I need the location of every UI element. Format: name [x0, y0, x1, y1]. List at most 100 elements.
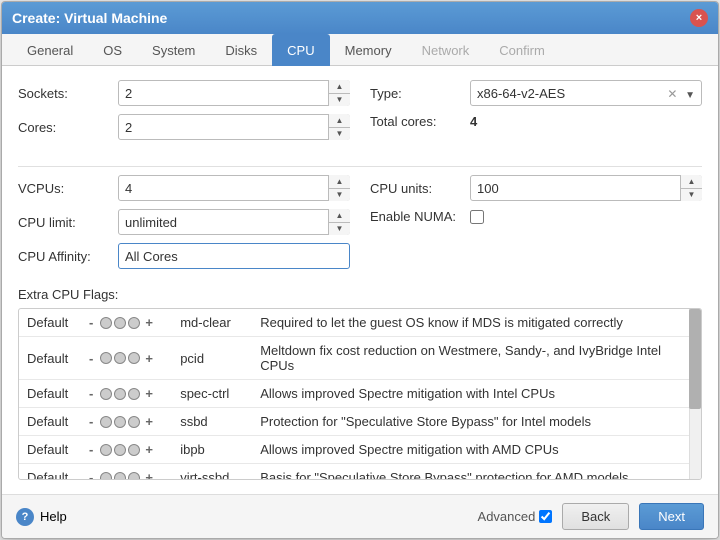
dot-2-0 [128, 317, 140, 329]
tab-general[interactable]: General [12, 34, 88, 66]
flag-minus-2[interactable]: - [84, 386, 98, 401]
cpu-limit-decrement[interactable]: ▼ [329, 223, 350, 236]
advanced-label: Advanced [478, 509, 536, 524]
cpu-limit-label: CPU limit: [18, 215, 118, 230]
tab-system[interactable]: System [137, 34, 210, 66]
table-row: Default - + spec-ctrl Allows improved Sp… [19, 380, 701, 408]
cores-decrement[interactable]: ▼ [329, 128, 350, 141]
back-button[interactable]: Back [562, 503, 629, 530]
dialog-title: Create: Virtual Machine [12, 10, 167, 26]
flag-default-4: Default [19, 436, 76, 464]
vcpus-decrement[interactable]: ▼ [329, 189, 350, 202]
cpu-affinity-label: CPU Affinity: [18, 249, 118, 264]
dot-0-3 [100, 416, 112, 428]
cores-input[interactable] [118, 114, 350, 140]
flag-dots-0 [100, 317, 140, 329]
flag-minus-5[interactable]: - [84, 470, 98, 480]
top-form-grid: Sockets: ▲ ▼ Cores: ▲ [18, 80, 702, 148]
scrollbar-thumb[interactable] [689, 309, 701, 409]
next-button[interactable]: Next [639, 503, 704, 530]
flag-toggle-5[interactable]: - + [76, 464, 172, 481]
create-vm-dialog: Create: Virtual Machine × General OS Sys… [1, 1, 719, 539]
cores-increment[interactable]: ▲ [329, 114, 350, 128]
type-clear-icon[interactable]: ✕ [667, 87, 677, 101]
vcpus-increment[interactable]: ▲ [329, 175, 350, 189]
vcpus-label: VCPUs: [18, 181, 118, 196]
tab-os[interactable]: OS [88, 34, 137, 66]
flag-default-3: Default [19, 408, 76, 436]
middle-right-column: CPU units: ▲ ▼ Enable NUMA: [370, 175, 702, 277]
extra-flags-label: Extra CPU Flags: [18, 287, 702, 302]
tab-memory[interactable]: Memory [330, 34, 407, 66]
flag-minus-0[interactable]: - [84, 315, 98, 330]
help-icon[interactable]: ? [16, 508, 34, 526]
type-dropdown-icon[interactable]: ▼ [685, 90, 695, 101]
flag-desc-1: Meltdown fix cost reduction on Westmere,… [252, 337, 701, 380]
cpu-units-decrement[interactable]: ▼ [681, 189, 702, 202]
tab-disks[interactable]: Disks [210, 34, 272, 66]
footer-right: Advanced Back Next [478, 503, 704, 530]
flag-default-2: Default [19, 380, 76, 408]
vcpus-row: VCPUs: ▲ ▼ [18, 175, 350, 201]
cpu-units-increment[interactable]: ▲ [681, 175, 702, 189]
flag-name-4: ibpb [172, 436, 252, 464]
flag-plus-1[interactable]: + [142, 351, 156, 366]
flag-plus-4[interactable]: + [142, 442, 156, 457]
title-bar: Create: Virtual Machine × [2, 2, 718, 34]
flag-dots-1 [100, 352, 140, 364]
type-select[interactable]: x86-64-v2-AES ✕ ▼ [470, 80, 702, 106]
cpu-units-spinner: ▲ ▼ [680, 175, 702, 201]
cpu-affinity-control [118, 243, 350, 269]
cores-control: ▲ ▼ [118, 114, 350, 140]
flag-name-0: md-clear [172, 309, 252, 337]
cpu-units-input[interactable] [470, 175, 702, 201]
cpu-affinity-input[interactable] [118, 243, 350, 269]
vcpus-input[interactable] [118, 175, 350, 201]
flag-plus-2[interactable]: + [142, 386, 156, 401]
sockets-control: ▲ ▼ [118, 80, 350, 106]
cpu-limit-increment[interactable]: ▲ [329, 209, 350, 223]
cpu-units-row: CPU units: ▲ ▼ [370, 175, 702, 201]
flag-toggle-4[interactable]: - + [76, 436, 172, 464]
enable-numa-checkbox[interactable] [470, 210, 484, 224]
flag-plus-5[interactable]: + [142, 470, 156, 480]
flag-toggle-0[interactable]: - + [76, 309, 172, 337]
flag-minus-3[interactable]: - [84, 414, 98, 429]
flag-toggle-1[interactable]: - + [76, 337, 172, 380]
flag-plus-0[interactable]: + [142, 315, 156, 330]
flag-minus-1[interactable]: - [84, 351, 98, 366]
tab-cpu[interactable]: CPU [272, 34, 329, 66]
cpu-limit-input[interactable] [118, 209, 350, 235]
dot-2-3 [128, 416, 140, 428]
type-label: Type: [370, 86, 470, 101]
total-cores-label: Total cores: [370, 114, 470, 129]
dot-2-2 [128, 388, 140, 400]
table-row: Default - + ssbd Protection for "Specula… [19, 408, 701, 436]
dot-0-1 [100, 352, 112, 364]
type-control: x86-64-v2-AES ✕ ▼ [470, 80, 702, 106]
dot-1-4 [114, 444, 126, 456]
enable-numa-label: Enable NUMA: [370, 209, 470, 224]
middle-left-column: VCPUs: ▲ ▼ CPU limit: ▲ [18, 175, 350, 277]
flag-name-5: virt-ssbd [172, 464, 252, 481]
sockets-input[interactable] [118, 80, 350, 106]
sockets-increment[interactable]: ▲ [329, 80, 350, 94]
sockets-row: Sockets: ▲ ▼ [18, 80, 350, 106]
dot-2-5 [128, 472, 140, 481]
flag-minus-4[interactable]: - [84, 442, 98, 457]
sockets-decrement[interactable]: ▼ [329, 94, 350, 107]
enable-numa-control [470, 210, 484, 224]
flags-table: Default - + md-clear Required to let the… [19, 309, 701, 480]
middle-form-grid: VCPUs: ▲ ▼ CPU limit: ▲ [18, 175, 702, 277]
close-button[interactable]: × [690, 9, 708, 27]
type-value: x86-64-v2-AES [477, 86, 565, 101]
advanced-checkbox[interactable] [539, 510, 552, 523]
flag-toggle-2[interactable]: - + [76, 380, 172, 408]
flag-dots-2 [100, 388, 140, 400]
flag-toggle-3[interactable]: - + [76, 408, 172, 436]
advanced-container: Advanced [478, 509, 553, 524]
scrollbar-track[interactable] [689, 309, 701, 479]
flag-plus-3[interactable]: + [142, 414, 156, 429]
total-cores-value: 4 [470, 114, 477, 129]
flags-table-container: Default - + md-clear Required to let the… [18, 308, 702, 480]
